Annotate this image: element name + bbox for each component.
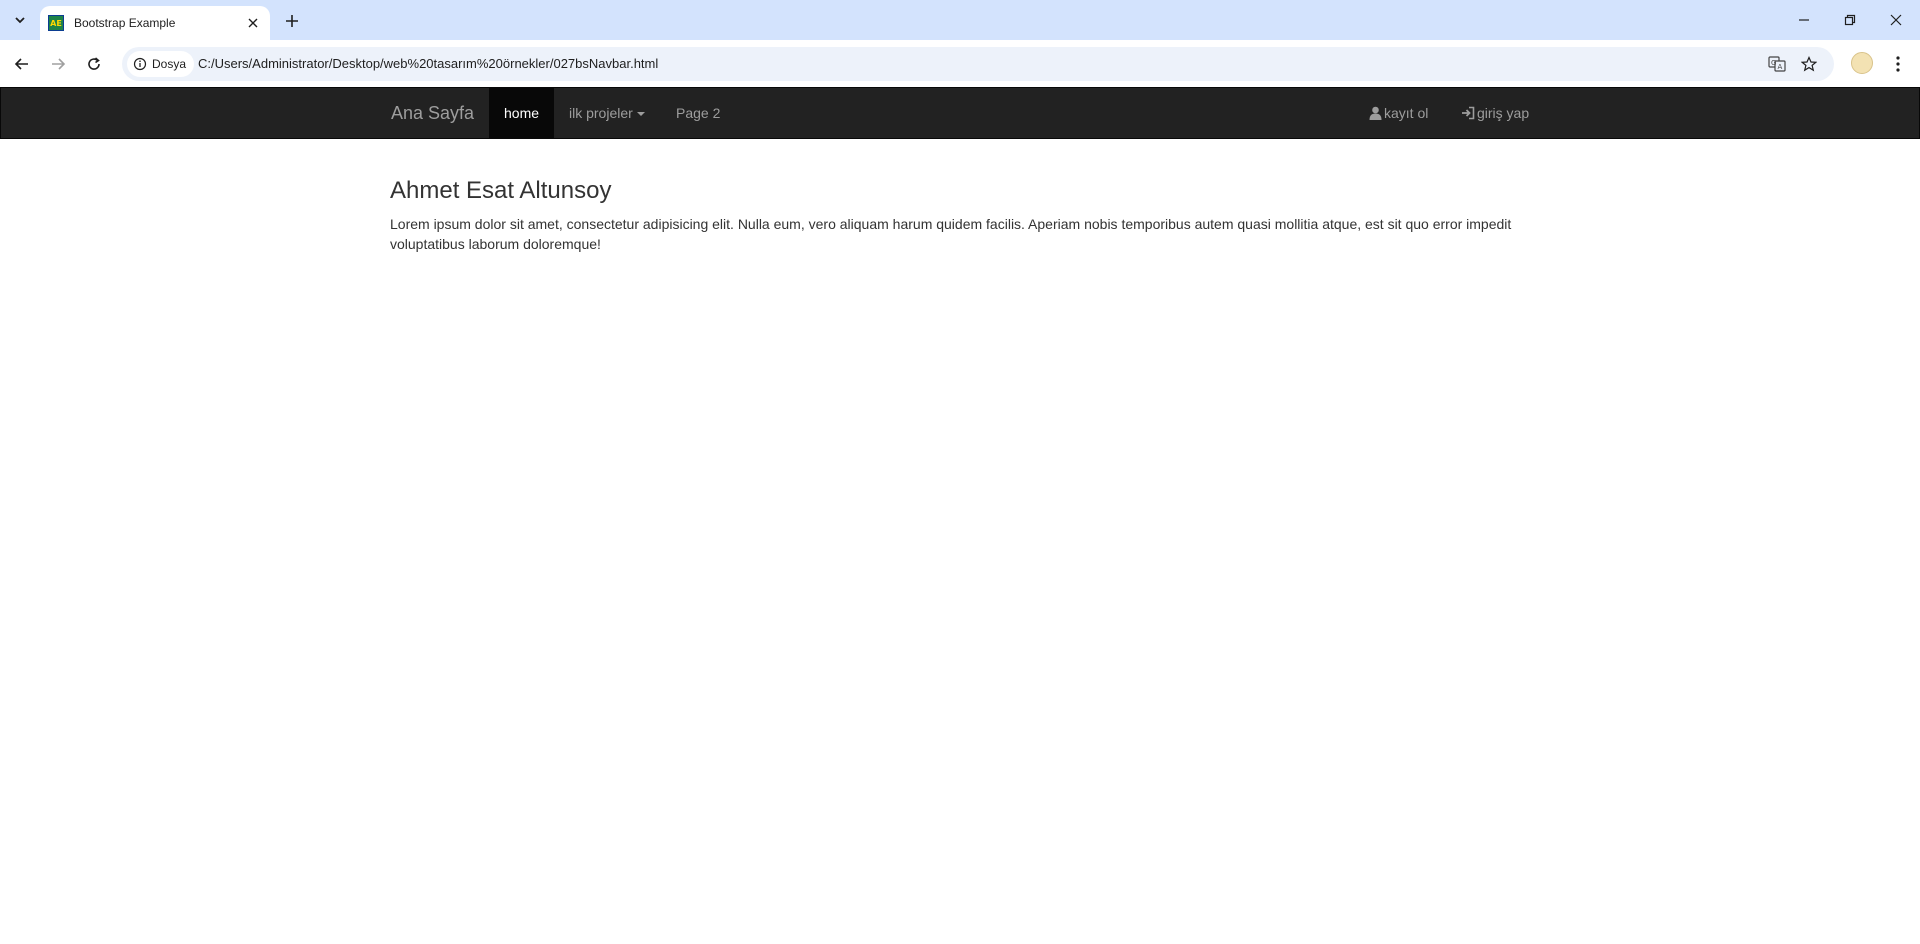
restore-icon — [1844, 14, 1856, 26]
nav-item-label: giriş yap — [1477, 105, 1530, 121]
tab-title: Bootstrap Example — [74, 16, 176, 30]
page-heading: Ahmet Esat Altunsoy — [390, 177, 612, 204]
translate-button[interactable]: GA — [1766, 53, 1788, 75]
site-navbar: Ana Sayfa home ilk projeler Page 2 kayıt… — [0, 87, 1920, 139]
browser-menu-button[interactable] — [1886, 50, 1910, 78]
main-container: Ahmet Esat Altunsoy Lorem ipsum dolor si… — [390, 139, 1530, 254]
plus-icon — [286, 15, 298, 27]
nav-item-label: ilk projeler — [569, 105, 633, 121]
tab-strip: AE Bootstrap Example — [0, 0, 1920, 40]
forward-button[interactable] — [44, 50, 72, 78]
profile-avatar[interactable] — [1851, 52, 1873, 74]
info-icon — [133, 57, 147, 71]
navbar-brand[interactable]: Ana Sayfa — [391, 88, 474, 138]
page-viewport: Ana Sayfa home ilk projeler Page 2 kayıt… — [0, 87, 1920, 944]
star-icon — [1801, 56, 1817, 72]
tab-close-button[interactable] — [244, 14, 262, 32]
nav-item-giris-yap[interactable]: giriş yap — [1446, 88, 1544, 138]
close-window-button[interactable] — [1880, 6, 1912, 34]
intro-paragraph: Lorem ipsum dolor sit amet, consectetur … — [390, 216, 1512, 253]
minimize-icon — [1799, 19, 1809, 21]
chevron-down-icon — [15, 17, 25, 24]
close-icon — [248, 18, 258, 28]
nav-item-label: home — [504, 105, 540, 121]
svg-text:A: A — [1778, 63, 1783, 71]
back-button[interactable] — [8, 50, 36, 78]
translate-icon: GA — [1768, 56, 1786, 72]
browser-toolbar: Dosya C:/Users/Administrator/Desktop/web… — [0, 40, 1920, 87]
url-text[interactable]: C:/Users/Administrator/Desktop/web%20tas… — [198, 56, 658, 71]
log-in-icon — [1462, 106, 1475, 120]
nav-item-page-2[interactable]: Page 2 — [661, 88, 735, 138]
site-info-chip[interactable]: Dosya — [127, 51, 195, 77]
favicon-icon: AE — [48, 15, 64, 31]
reload-button[interactable] — [80, 50, 108, 78]
browser-tab[interactable]: AE Bootstrap Example — [40, 6, 270, 40]
svg-text:G: G — [1771, 59, 1776, 67]
nav-item-home[interactable]: home — [489, 88, 555, 138]
arrow-left-icon — [14, 58, 28, 70]
nav-item-label: Page 2 — [676, 105, 721, 121]
user-icon — [1369, 106, 1382, 120]
nav-item-ilk-projeler-dropdown[interactable]: ilk projeler — [554, 88, 660, 138]
reload-icon — [88, 57, 100, 70]
close-icon — [1890, 14, 1902, 26]
minimize-button[interactable] — [1788, 6, 1820, 34]
new-tab-button[interactable] — [280, 9, 304, 33]
tab-search-button[interactable] — [6, 8, 34, 32]
site-chip-label: Dosya — [152, 57, 187, 71]
more-vertical-icon — [1896, 56, 1900, 72]
restore-button[interactable] — [1834, 6, 1866, 34]
arrow-right-icon — [52, 58, 66, 70]
address-bar[interactable]: Dosya C:/Users/Administrator/Desktop/web… — [122, 47, 1834, 81]
caret-down-icon — [636, 112, 645, 117]
nav-item-label: kayıt ol — [1384, 105, 1429, 121]
bookmark-button[interactable] — [1798, 53, 1820, 75]
nav-item-kayit-ol[interactable]: kayıt ol — [1354, 88, 1443, 138]
